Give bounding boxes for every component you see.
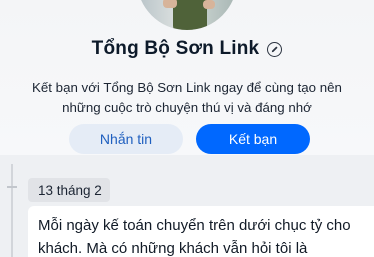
profile-name: Tổng Bộ Sơn Link (91, 38, 260, 59)
avatar-detail (163, 0, 177, 8)
timeline-line (11, 164, 13, 257)
date-label: 13 tháng 2 (28, 178, 110, 202)
edit-icon[interactable] (267, 41, 283, 57)
name-row: Tổng Bộ Sơn Link (0, 36, 374, 62)
profile-header: Tổng Bộ Sơn Link Kết bạn với Tổng Bộ Sơn… (0, 0, 374, 155)
invite-text: Kết bạn với Tổng Bộ Sơn Link ngay để cùn… (32, 80, 342, 115)
post-text: Mỗi ngày kế toán chuyển trên dưới chục t… (38, 217, 351, 257)
message-button[interactable]: Nhắn tin (69, 124, 183, 154)
avatar-detail (203, 0, 215, 9)
timeline-marker (7, 186, 17, 188)
pencil-icon (272, 45, 278, 52)
add-friend-button[interactable]: Kết bạn (196, 124, 310, 154)
action-buttons: Nhắn tin Kết bạn (69, 124, 310, 154)
avatar-person (173, 0, 207, 30)
post-card[interactable]: Mỗi ngày kế toán chuyển trên dưới chục t… (28, 206, 374, 257)
avatar[interactable] (137, 0, 237, 30)
